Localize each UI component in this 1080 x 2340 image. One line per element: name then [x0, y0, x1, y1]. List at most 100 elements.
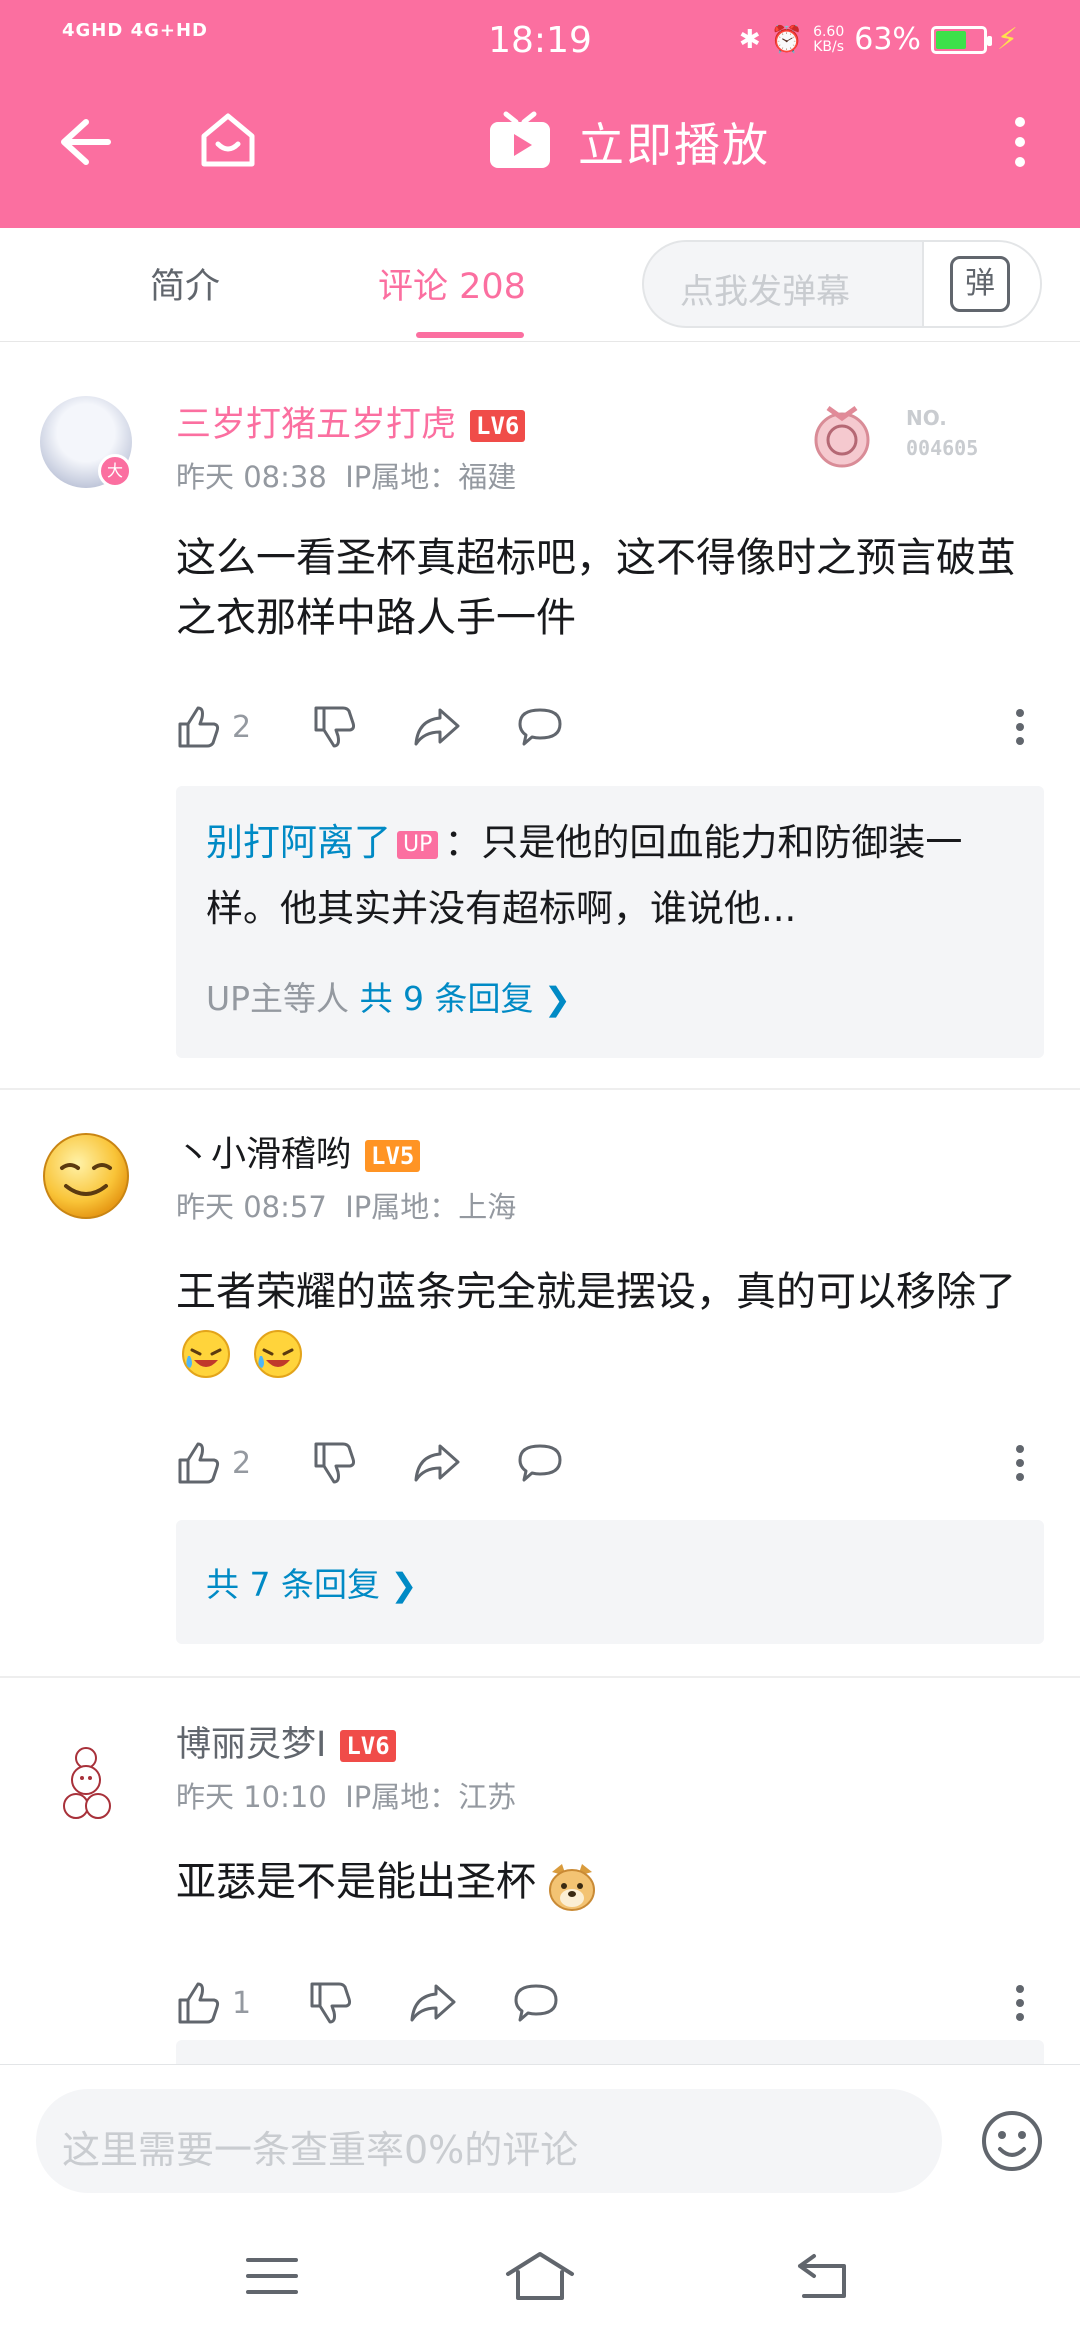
emoji-button[interactable] — [980, 2109, 1044, 2173]
comment-input[interactable]: 这里需要一条查重率0%的评论 — [36, 2089, 942, 2193]
comment-username[interactable]: 博丽灵梦I LV6 — [176, 1716, 396, 1767]
nav-bar: 立即播放 — [0, 84, 1080, 228]
emoji-icon — [982, 2111, 1042, 2171]
avatar[interactable] — [40, 1736, 132, 1828]
play-now-button[interactable]: 立即播放 — [486, 104, 770, 180]
more-vertical-icon — [1016, 1445, 1024, 1481]
home-outline-icon — [506, 2252, 574, 2300]
comment-meta: 昨天 08:57 IP属地：上海 — [176, 1184, 516, 1226]
share-button[interactable] — [408, 1978, 456, 2028]
comment-text: 这么一看圣杯真超标吧，这不得像时之预言破茧之衣那样中路人手一件 — [176, 535, 1016, 641]
dislike-button[interactable] — [312, 1438, 358, 1488]
comment-actions: 2 — [176, 1438, 1046, 1488]
comment-time: 昨天 08:38 — [176, 460, 327, 494]
return-icon — [798, 2254, 846, 2298]
more-vertical-icon — [1016, 1985, 1024, 2021]
thumbs-down-icon — [314, 706, 356, 748]
level-badge: LV6 — [340, 1730, 396, 1762]
active-tab-indicator — [416, 332, 524, 338]
reply-button[interactable] — [516, 1438, 564, 1488]
comment-input-placeholder: 这里需要一条查重率0%的评论 — [62, 2128, 579, 2172]
comment-actions: 2 — [176, 702, 1046, 752]
comment-more-button[interactable] — [1012, 1978, 1028, 2028]
comment-username[interactable]: 三岁打猪五岁打虎 LV6 — [176, 396, 526, 447]
danmaku-toggle-button[interactable]: 弹 — [922, 242, 1040, 326]
comment-more-button[interactable] — [1012, 702, 1028, 752]
laugh-cry-emoji-icon — [180, 1328, 232, 1380]
comment-time: 昨天 08:57 — [176, 1190, 327, 1224]
username-text: 博丽灵梦I — [176, 1725, 327, 1765]
comment-actions: 1 — [176, 1978, 1046, 2028]
medal-icon — [814, 405, 870, 468]
reply-preview-box[interactable]: 共 7 条回复 ❯ — [176, 1520, 1044, 1644]
hamburger-icon — [246, 2258, 298, 2294]
reply-preview: 别打阿离了 UP ：只是他的回血能力和防御装一样。他其实并没有超标啊，谁说他... — [206, 810, 1026, 942]
comment-item: 博丽灵梦I LV6 昨天 10:10 IP属地：江苏 亚瑟是不是能出圣杯 1 — [0, 1680, 1080, 2064]
danmaku-input[interactable]: 点我发弹幕 弹 — [642, 240, 1042, 328]
comment-username[interactable]: 丶小滑稽哟 LV5 — [176, 1126, 421, 1177]
snowman-avatar-icon — [63, 1747, 111, 1819]
like-button[interactable]: 2 — [176, 1438, 251, 1488]
more-vertical-icon — [1016, 709, 1024, 745]
net-speed: 6.60 KB/s — [813, 23, 845, 55]
dislike-button[interactable] — [312, 702, 358, 752]
avatar[interactable] — [40, 1130, 132, 1222]
reply-username[interactable]: 别打阿离了 — [206, 821, 391, 864]
bluetooth-icon: ✱ — [738, 24, 761, 55]
home-nav-button[interactable] — [504, 2248, 576, 2304]
comment-more-button[interactable] — [1012, 1438, 1028, 1488]
home-icon — [201, 113, 255, 167]
comment-item: 丶小滑稽哟 LV5 昨天 08:57 IP属地：上海 王者荣耀的蓝条完全就是摆设，… — [0, 1092, 1080, 1678]
tv-play-icon — [490, 111, 550, 168]
comment-ip: IP属地：江苏 — [345, 1780, 517, 1814]
medal-number: 004605 — [906, 436, 979, 460]
comment-ip: IP属地：上海 — [345, 1190, 517, 1224]
charging-icon: ⚡ — [996, 22, 1018, 57]
reply-preview-box[interactable]: 别打阿离了 UP ：只是他的回血能力和防御装一样。他其实并没有超标啊，谁说他... … — [176, 786, 1044, 1058]
back-nav-button[interactable] — [794, 2248, 854, 2304]
dislike-button[interactable] — [308, 1978, 354, 2028]
back-button[interactable] — [52, 110, 116, 174]
share-button[interactable] — [412, 1438, 460, 1488]
reply-count-row[interactable]: UP主等人 共 9 条回复 ❯ — [206, 972, 571, 1020]
username-text: 丶小滑稽哟 — [176, 1135, 352, 1175]
tab-bar: 简介 评论 208 点我发弹幕 弹 — [0, 228, 1080, 342]
danmaku-icon: 弹 — [950, 256, 1010, 312]
tab-comments[interactable]: 评论 208 — [378, 258, 526, 309]
thumbs-up-icon — [178, 1982, 220, 2024]
comment-time: 昨天 10:10 — [176, 1780, 327, 1814]
home-button[interactable] — [196, 108, 260, 172]
vip-badge-icon: 大 — [98, 454, 132, 488]
share-icon — [414, 708, 460, 746]
play-now-label: 立即播放 — [578, 118, 770, 172]
like-button[interactable]: 1 — [176, 1978, 251, 2028]
share-icon — [414, 1444, 460, 1482]
reply-button[interactable] — [516, 702, 564, 752]
speech-bubble-icon — [518, 708, 562, 746]
status-bar: 4GHD 4G+HD 18:19 ✱ ⏰ 6.60 KB/s 63% ⚡ — [0, 0, 1080, 84]
comment-text-content: 王者荣耀的蓝条完全就是摆设，真的可以移除了 — [176, 1269, 1016, 1315]
doge-emoji-icon — [544, 1858, 596, 1911]
speech-bubble-icon — [518, 1444, 562, 1482]
thumbs-down-icon — [310, 1982, 352, 2024]
comment-input-bar: 这里需要一条查重率0%的评论 — [0, 2064, 1080, 2214]
level-badge: LV5 — [365, 1140, 421, 1172]
tab-intro[interactable]: 简介 — [150, 258, 220, 309]
chevron-right-icon: ❯ — [390, 1566, 418, 1604]
reply-preview-box[interactable] — [176, 2040, 1044, 2064]
menu-nav-button[interactable] — [242, 2248, 302, 2304]
share-button[interactable] — [412, 702, 460, 752]
reply-prefix: UP主等人 — [206, 979, 350, 1018]
like-button[interactable]: 2 — [176, 702, 251, 752]
battery-icon — [930, 25, 992, 54]
fan-medal: NO. 004605 — [800, 394, 1000, 474]
thumbs-up-icon — [178, 706, 220, 748]
alarm-icon: ⏰ — [770, 24, 804, 55]
reply-count-row[interactable]: 共 7 条回复 ❯ — [206, 1558, 417, 1606]
more-menu-button[interactable] — [1000, 110, 1040, 174]
battery-percent: 63% — [854, 22, 921, 57]
comment-ip: IP属地：福建 — [345, 460, 517, 494]
reply-button[interactable] — [512, 1978, 560, 2028]
comment-item: 大 三岁打猪五岁打虎 LV6 昨天 08:38 IP属地：福建 NO. 00460… — [0, 358, 1080, 1090]
danmaku-placeholder: 点我发弹幕 — [680, 272, 850, 312]
